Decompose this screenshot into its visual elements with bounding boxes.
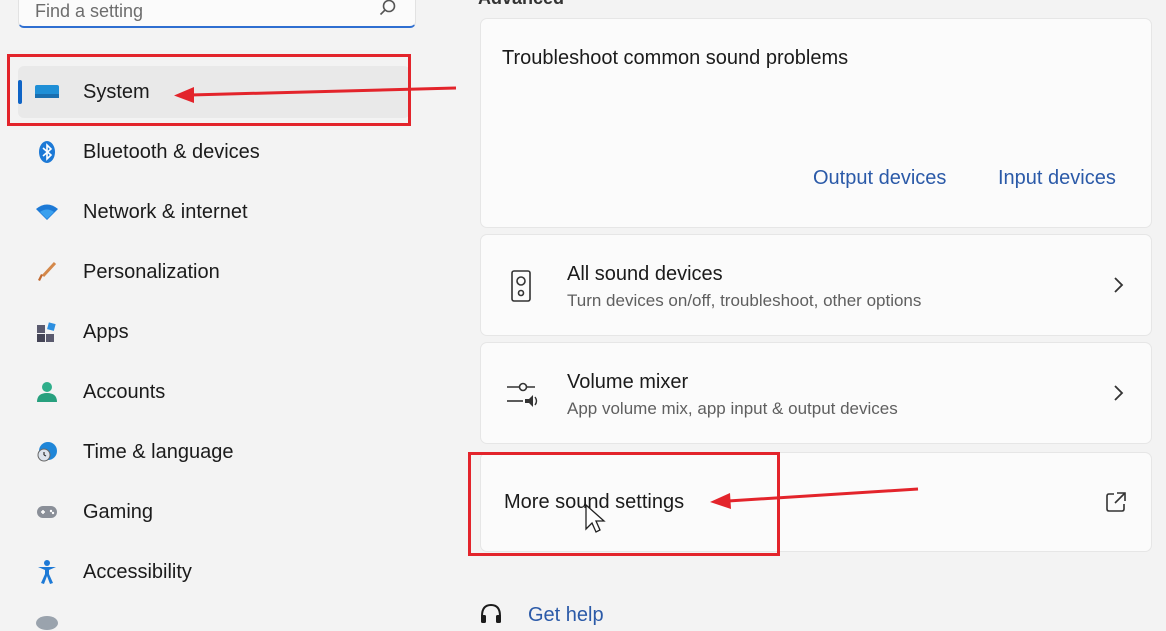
sidebar-item-time-language[interactable]: Time & language — [18, 426, 410, 478]
system-display-icon — [34, 80, 60, 104]
sidebar-item-label: Network & internet — [83, 201, 248, 223]
accessibility-icon — [34, 560, 60, 584]
row-title: All sound devices — [567, 263, 723, 285]
search-box[interactable] — [18, 0, 416, 28]
sidebar-item-label: Apps — [83, 321, 129, 343]
search-input[interactable] — [33, 0, 367, 27]
person-icon — [34, 380, 60, 404]
get-help-link[interactable]: Get help — [528, 604, 604, 627]
sidebar-item-apps[interactable]: Apps — [18, 306, 410, 358]
sidebar-item-label: Personalization — [83, 261, 220, 283]
volume-mixer-icon — [507, 375, 538, 415]
active-indicator — [18, 80, 22, 104]
chevron-right-icon — [1111, 383, 1125, 408]
input-devices-link[interactable]: Input devices — [998, 167, 1116, 190]
sidebar-item-label: Accessibility — [83, 561, 192, 583]
row-subtitle: App volume mix, app input & output devic… — [567, 399, 898, 418]
gamepad-icon — [34, 500, 60, 524]
row-subtitle: Turn devices on/off, troubleshoot, other… — [567, 291, 922, 310]
more-sound-settings-row[interactable]: More sound settings — [480, 452, 1152, 552]
sidebar-item-network[interactable]: Network & internet — [18, 186, 410, 238]
sidebar-item-label: Bluetooth & devices — [83, 141, 260, 163]
external-link-icon — [1105, 491, 1127, 518]
troubleshoot-card: Troubleshoot common sound problems Outpu… — [480, 18, 1152, 228]
chevron-right-icon — [1111, 275, 1125, 300]
sidebar-item-system[interactable]: System — [18, 66, 410, 118]
output-devices-link[interactable]: Output devices — [813, 167, 946, 190]
all-sound-devices-row[interactable]: All sound devices Turn devices on/off, t… — [480, 234, 1152, 336]
sidebar-item-accessibility[interactable]: Accessibility — [18, 546, 410, 598]
globe-clock-icon — [34, 440, 60, 464]
paintbrush-icon — [34, 260, 60, 284]
volume-mixer-row[interactable]: Volume mixer App volume mix, app input &… — [480, 342, 1152, 444]
section-header: Advanced — [478, 0, 564, 9]
help-icon — [478, 602, 504, 631]
sidebar-item-label: Accounts — [83, 381, 166, 403]
troubleshoot-title: Troubleshoot common sound problems — [502, 47, 849, 69]
apps-icon — [34, 320, 60, 344]
sidebar-item-label: System — [83, 81, 150, 103]
bluetooth-icon — [34, 140, 60, 164]
sidebar-item-gaming[interactable]: Gaming — [18, 486, 410, 538]
speaker-icon — [507, 267, 537, 307]
sidebar-item-partial-icon — [36, 616, 58, 630]
search-icon[interactable] — [379, 0, 397, 22]
sidebar-item-accounts[interactable]: Accounts — [18, 366, 410, 418]
sidebar-item-label: Gaming — [83, 501, 154, 523]
more-sound-settings-label: More sound settings — [504, 491, 685, 513]
sidebar-item-label: Time & language — [83, 441, 234, 463]
wifi-icon — [34, 200, 60, 224]
row-title: Volume mixer — [567, 371, 689, 393]
sidebar-item-bluetooth[interactable]: Bluetooth & devices — [18, 126, 410, 178]
sidebar-item-personalization[interactable]: Personalization — [18, 246, 410, 298]
